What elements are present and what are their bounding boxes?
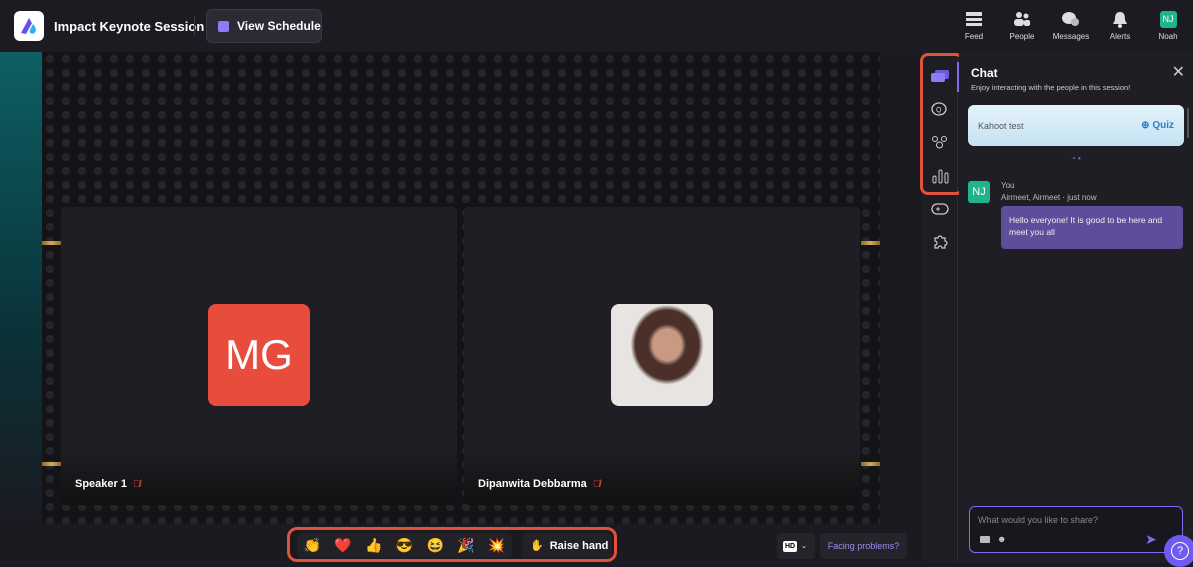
- facing-problems-button[interactable]: Facing problems?: [820, 533, 907, 559]
- help-button[interactable]: ?: [1164, 535, 1193, 567]
- nav-label: Feed: [964, 32, 984, 41]
- close-icon[interactable]: ✕: [1172, 62, 1185, 82]
- people-icon: [997, 9, 1047, 29]
- nav-messages[interactable]: Messages: [1046, 9, 1096, 41]
- avatar: NJ: [1159, 10, 1177, 28]
- tile-shade: [464, 445, 860, 505]
- gamepad-icon: [931, 203, 949, 215]
- video-tile-dipanwita[interactable]: Dipanwita Debbarma 🎙̸: [464, 207, 860, 505]
- message-bubble: Hello everyone! It is good to be here an…: [1001, 206, 1183, 249]
- send-icon[interactable]: ➤: [1145, 531, 1157, 548]
- view-schedule-button[interactable]: View Schedule: [206, 9, 322, 43]
- quiz-label: Quiz: [1152, 120, 1174, 131]
- loading-icon: ◔ •: [1071, 154, 1081, 163]
- avatar: MG: [208, 304, 310, 406]
- quiz-name: Kahoot test: [978, 120, 1024, 131]
- integrations-tab[interactable]: [928, 231, 952, 253]
- stage-decoration: [42, 241, 61, 245]
- bell-icon: [1095, 9, 1145, 29]
- message-time: · just now: [1062, 193, 1097, 202]
- nav-label: Messages: [1052, 32, 1090, 41]
- nav-label: Noah: [1158, 32, 1178, 41]
- tile-name: Dipanwita Debbarma 🎙̸: [478, 478, 600, 490]
- help-icon: ?: [1171, 542, 1189, 560]
- chat-title: Chat: [971, 66, 998, 80]
- quality-select[interactable]: HD ⌄: [777, 533, 815, 559]
- message-sender: You: [1001, 181, 1015, 190]
- divider: [194, 16, 195, 36]
- calendar-icon: [218, 20, 229, 32]
- mic-muted-icon: 🎙̸: [592, 478, 601, 490]
- scrollbar[interactable]: [1187, 108, 1189, 138]
- nav-label: People: [1009, 32, 1035, 41]
- stage-decoration: [861, 462, 880, 466]
- chevron-down-icon: ⌄: [801, 543, 807, 550]
- messages-icon: [1046, 9, 1096, 29]
- participant-name: Dipanwita Debbarma: [478, 478, 587, 490]
- nav-alerts[interactable]: Alerts: [1095, 9, 1145, 41]
- quality-value: HD: [783, 540, 798, 552]
- avatar: NJ: [968, 181, 990, 203]
- stage-gutter: [880, 52, 922, 524]
- quiz-card[interactable]: Kahoot test ⊕ Quiz: [968, 105, 1184, 146]
- nav-label: Alerts: [1109, 32, 1131, 41]
- emoji-icon[interactable]: ☻: [997, 534, 1006, 544]
- avatar-photo: [611, 304, 713, 406]
- nav-people[interactable]: People: [997, 9, 1047, 41]
- quiz-badge: ⊕ Quiz: [1141, 120, 1174, 131]
- nav-feed[interactable]: Feed: [949, 9, 999, 41]
- stage-decoration: [42, 462, 61, 466]
- participant-name: Speaker 1: [75, 478, 127, 490]
- feed-icon: [949, 9, 999, 29]
- chat-subtitle: Enjoy interacting with the people in thi…: [971, 83, 1131, 92]
- chat-panel: Chat Enjoy interacting with the people i…: [959, 52, 1193, 563]
- chat-composer: ☻ ➤: [969, 506, 1183, 553]
- backdrop: [0, 52, 42, 524]
- view-schedule-label: View Schedule: [237, 19, 321, 33]
- games-tab[interactable]: [928, 198, 952, 220]
- gamepad-icon: ⊕: [1141, 120, 1153, 131]
- message-meta: Airmeet, Airmeet · just now: [1001, 193, 1097, 202]
- tile-name: Speaker 1 🎙̸: [75, 478, 140, 490]
- stage-decoration: [861, 241, 880, 245]
- top-bar: Impact Keynote Session View Schedule Fee…: [0, 0, 1193, 52]
- nav-profile[interactable]: NJ Noah: [1143, 9, 1193, 41]
- chat-input[interactable]: [978, 515, 1168, 525]
- app-logo[interactable]: [14, 11, 44, 41]
- video-tile-speaker-1[interactable]: MG Speaker 1 🎙̸: [61, 207, 457, 505]
- session-title: Impact Keynote Session: [54, 19, 205, 34]
- highlight-box: [287, 527, 617, 562]
- message-org: Airmeet, Airmeet: [1001, 193, 1061, 202]
- mic-muted-icon: 🎙̸: [132, 478, 141, 490]
- puzzle-icon: [934, 235, 948, 249]
- tile-shade: [61, 445, 457, 505]
- highlight-box: [920, 53, 964, 195]
- gif-icon[interactable]: [980, 536, 990, 543]
